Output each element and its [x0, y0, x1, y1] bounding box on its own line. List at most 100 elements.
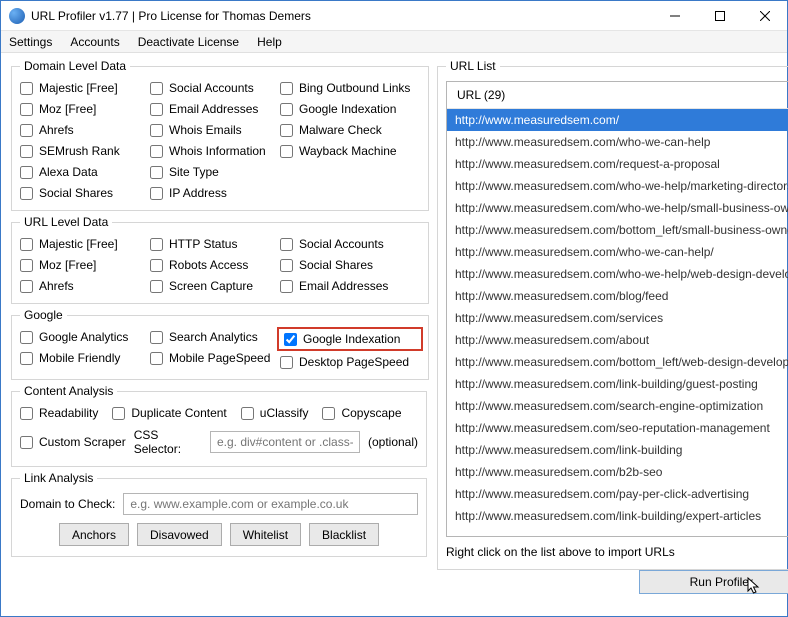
checkbox[interactable]: [20, 331, 33, 344]
checkbox-option[interactable]: Mobile PageSpeed: [150, 351, 280, 365]
checkbox[interactable]: [150, 331, 163, 344]
menu-settings[interactable]: Settings: [9, 35, 52, 49]
url-list-header[interactable]: URL (29): [447, 82, 788, 109]
checkbox[interactable]: [20, 187, 33, 200]
checkbox-option[interactable]: Search Analytics: [150, 330, 280, 344]
checkbox[interactable]: [150, 259, 163, 272]
checkbox[interactable]: [280, 124, 293, 137]
run-profiler-button[interactable]: Run Profiler: [639, 570, 788, 594]
checkbox[interactable]: [280, 82, 293, 95]
menu-accounts[interactable]: Accounts: [70, 35, 119, 49]
url-list-item[interactable]: http://www.measuredsem.com/who-we-can-he…: [447, 131, 788, 153]
url-list-item[interactable]: http://www.measuredsem.com/bottom_left/s…: [447, 219, 788, 241]
checkbox[interactable]: [150, 124, 163, 137]
checkbox-option[interactable]: Email Addresses: [150, 102, 280, 116]
checkbox-option[interactable]: Malware Check: [280, 123, 420, 137]
checkbox[interactable]: [280, 280, 293, 293]
menu-help[interactable]: Help: [257, 35, 282, 49]
checkbox-option[interactable]: Wayback Machine: [280, 144, 420, 158]
checkbox[interactable]: [280, 145, 293, 158]
checkbox-option[interactable]: Alexa Data: [20, 165, 150, 179]
url-list-item[interactable]: http://www.measuredsem.com/who-we-help/w…: [447, 263, 788, 285]
checkbox-option[interactable]: Social Accounts: [280, 237, 420, 251]
checkbox-option[interactable]: Whois Information: [150, 144, 280, 158]
checkbox-option[interactable]: Bing Outbound Links: [280, 81, 420, 95]
checkbox[interactable]: [20, 280, 33, 293]
checkbox[interactable]: [150, 352, 163, 365]
checkbox[interactable]: [150, 280, 163, 293]
checkbox-option[interactable]: IP Address: [150, 186, 280, 200]
url-list[interactable]: http://www.measuredsem.com/http://www.me…: [447, 109, 788, 536]
checkbox[interactable]: [150, 187, 163, 200]
checkbox[interactable]: [150, 82, 163, 95]
minimize-button[interactable]: [652, 1, 697, 30]
checkbox-option[interactable]: Duplicate Content: [112, 406, 226, 420]
menu-deactivate[interactable]: Deactivate License: [138, 35, 239, 49]
checkbox[interactable]: [284, 333, 297, 346]
checkbox[interactable]: [112, 407, 125, 420]
url-list-item[interactable]: http://www.measuredsem.com/pay-per-click…: [447, 483, 788, 505]
css-selector-input[interactable]: [210, 431, 360, 453]
checkbox-option[interactable]: Site Type: [150, 165, 280, 179]
checkbox[interactable]: [20, 407, 33, 420]
checkbox-option[interactable]: Moz [Free]: [20, 258, 150, 272]
checkbox-option[interactable]: Google Analytics: [20, 330, 150, 344]
checkbox[interactable]: [20, 145, 33, 158]
checkbox[interactable]: [20, 166, 33, 179]
checkbox-option[interactable]: Screen Capture: [150, 279, 280, 293]
checkbox[interactable]: [20, 103, 33, 116]
checkbox-option[interactable]: Mobile Friendly: [20, 351, 150, 365]
checkbox-option[interactable]: Desktop PageSpeed: [280, 355, 420, 369]
custom-scraper-checkbox[interactable]: [20, 436, 33, 449]
checkbox[interactable]: [280, 238, 293, 251]
checkbox-option[interactable]: Ahrefs: [20, 279, 150, 293]
maximize-button[interactable]: [697, 1, 742, 30]
checkbox-option[interactable]: Email Addresses: [280, 279, 420, 293]
checkbox-option[interactable]: Google Indexation: [280, 330, 420, 348]
checkbox[interactable]: [20, 259, 33, 272]
url-list-item[interactable]: http://www.measuredsem.com/request-a-pro…: [447, 153, 788, 175]
checkbox-option[interactable]: Majestic [Free]: [20, 81, 150, 95]
url-list-item[interactable]: http://www.measuredsem.com/who-we-can-he…: [447, 241, 788, 263]
checkbox-option[interactable]: uClassify: [241, 406, 309, 420]
checkbox-option[interactable]: Social Shares: [20, 186, 150, 200]
url-list-item[interactable]: http://www.measuredsem.com/b2b-seo: [447, 461, 788, 483]
whitelist-button[interactable]: Whitelist: [230, 523, 301, 546]
checkbox[interactable]: [20, 124, 33, 137]
checkbox[interactable]: [150, 145, 163, 158]
url-list-item[interactable]: http://www.measuredsem.com/services: [447, 307, 788, 329]
checkbox-option[interactable]: Copyscape: [322, 406, 401, 420]
disavowed-button[interactable]: Disavowed: [137, 523, 222, 546]
url-list-item[interactable]: http://www.measuredsem.com/about: [447, 329, 788, 351]
checkbox[interactable]: [241, 407, 254, 420]
checkbox[interactable]: [20, 82, 33, 95]
checkbox[interactable]: [20, 352, 33, 365]
checkbox-option[interactable]: Ahrefs: [20, 123, 150, 137]
domain-check-input[interactable]: [123, 493, 418, 515]
checkbox[interactable]: [150, 166, 163, 179]
checkbox[interactable]: [150, 103, 163, 116]
checkbox-option[interactable]: Readability: [20, 406, 98, 420]
anchors-button[interactable]: Anchors: [59, 523, 129, 546]
url-list-item[interactable]: http://www.measuredsem.com/: [447, 109, 788, 131]
blacklist-button[interactable]: Blacklist: [309, 523, 379, 546]
checkbox-option[interactable]: Social Shares: [280, 258, 420, 272]
checkbox-option[interactable]: SEMrush Rank: [20, 144, 150, 158]
url-list-item[interactable]: http://www.measuredsem.com/link-building…: [447, 505, 788, 527]
checkbox-option[interactable]: Moz [Free]: [20, 102, 150, 116]
checkbox[interactable]: [280, 259, 293, 272]
url-list-item[interactable]: http://www.measuredsem.com/link-building: [447, 439, 788, 461]
checkbox-option[interactable]: Google Indexation: [280, 102, 420, 116]
checkbox[interactable]: [150, 238, 163, 251]
url-list-item[interactable]: http://www.measuredsem.com/who-we-help/s…: [447, 197, 788, 219]
url-list-item[interactable]: http://www.measuredsem.com/blog/feed: [447, 285, 788, 307]
checkbox[interactable]: [280, 356, 293, 369]
url-list-item[interactable]: http://www.measuredsem.com/search-engine…: [447, 395, 788, 417]
checkbox[interactable]: [280, 103, 293, 116]
checkbox[interactable]: [20, 238, 33, 251]
url-list-item[interactable]: http://www.measuredsem.com/seo-reputatio…: [447, 417, 788, 439]
checkbox-option[interactable]: Robots Access: [150, 258, 280, 272]
checkbox[interactable]: [322, 407, 335, 420]
url-list-item[interactable]: http://www.measuredsem.com/bottom_left/w…: [447, 351, 788, 373]
url-list-item[interactable]: http://www.measuredsem.com/who-we-help/m…: [447, 175, 788, 197]
